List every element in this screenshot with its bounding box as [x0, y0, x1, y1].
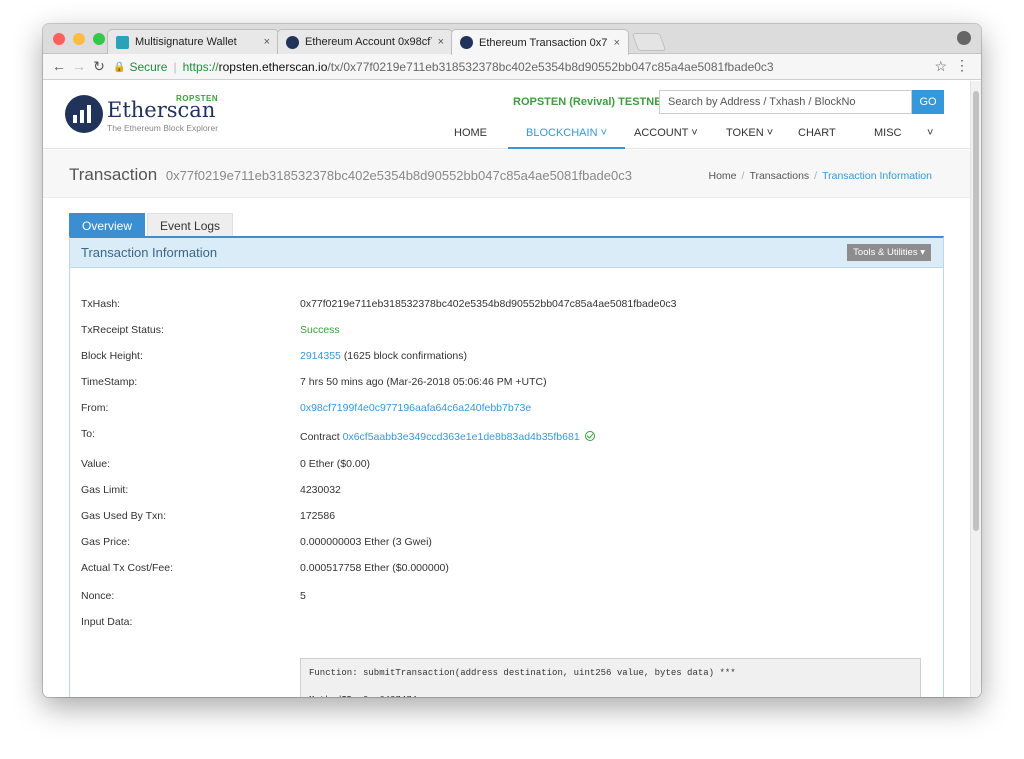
- secure-label: Secure: [129, 60, 168, 74]
- maximize-window-button[interactable]: [93, 33, 105, 45]
- title-band: Transaction 0x77f0219e711eb318532378bc40…: [43, 150, 970, 198]
- url-path: /tx/0x77f0219e711eb318532378bc402e5354b8…: [327, 60, 774, 74]
- nav-more-chevron-icon[interactable]: ˅: [927, 127, 933, 149]
- field-label: TimeStamp:: [81, 376, 138, 388]
- nonce-value: 5: [300, 590, 306, 602]
- page-title-text: Transaction: [69, 165, 158, 184]
- field-label: Nonce:: [81, 590, 115, 602]
- transaction-panel: Transaction Information Tools & Utilitie…: [69, 236, 944, 697]
- browser-toolbar: ← → ↻ 🔒 Secure | https:// ropsten.ethers…: [43, 54, 981, 80]
- field-label: Gas Price:: [81, 536, 131, 548]
- value-value: 0 Ether ($0.00): [300, 458, 371, 470]
- tab-overview[interactable]: Overview: [69, 213, 146, 237]
- nav-home[interactable]: HOME: [454, 127, 487, 149]
- etherscan-favicon-icon: [460, 36, 473, 49]
- url-host: ropsten.etherscan.io: [218, 60, 328, 74]
- browser-menu-icon[interactable]: ⋮: [955, 57, 969, 74]
- panel-header: Transaction Information Tools & Utilitie…: [70, 238, 943, 268]
- txhash-value: 0x77f0219e711eb318532378bc402e5354b8d905…: [300, 298, 677, 310]
- field-label: Gas Used By Txn:: [81, 510, 167, 522]
- nav-account[interactable]: ACCOUNT ˅: [634, 127, 698, 149]
- etherscan-favicon-icon: [286, 35, 299, 49]
- search-input[interactable]: Search by Address / Txhash / BlockNo: [659, 90, 912, 114]
- block-link[interactable]: 2914355: [300, 350, 341, 362]
- tab-strip: Multisignature Wallet × Ethereum Account…: [43, 24, 981, 55]
- tab-title: Ethereum Transaction 0x77f02: [479, 36, 608, 49]
- browser-window: Multisignature Wallet × Ethereum Account…: [43, 24, 981, 697]
- browser-tab-transaction[interactable]: Ethereum Transaction 0x77f02 ×: [451, 29, 629, 55]
- nav-token[interactable]: TOKEN ˅: [726, 127, 773, 149]
- window-controls: [53, 33, 105, 45]
- forward-arrow-icon[interactable]: →: [71, 58, 87, 74]
- gas-limit-value: 4230032: [300, 484, 341, 496]
- address-bar[interactable]: 🔒 Secure | https:// ropsten.etherscan.io…: [113, 57, 933, 77]
- back-arrow-icon[interactable]: ←: [51, 58, 67, 74]
- search-go-button[interactable]: GO: [912, 90, 944, 114]
- breadcrumb-home[interactable]: Home: [709, 170, 737, 182]
- tools-utilities-button[interactable]: Tools & Utilities ▾: [847, 244, 931, 261]
- gas-price-value: 0.000000003 Ether (3 Gwei): [300, 536, 432, 548]
- tab-title: Multisignature Wallet: [135, 36, 237, 48]
- logo-bars-icon: [73, 105, 91, 123]
- nav-blockchain[interactable]: BLOCKCHAIN ˅: [508, 127, 625, 149]
- timestamp-value: 7 hrs 50 mins ago (Mar-26-2018 05:06:46 …: [300, 376, 547, 388]
- profile-icon[interactable]: [957, 31, 971, 45]
- logo-name[interactable]: Etherscan: [107, 98, 215, 122]
- browser-tab-multisig[interactable]: Multisignature Wallet ×: [107, 29, 279, 54]
- close-window-button[interactable]: [53, 33, 65, 45]
- field-label: Block Height:: [81, 350, 143, 362]
- gas-used-value: 172586: [300, 510, 336, 522]
- tab-close-icon[interactable]: ×: [264, 36, 270, 48]
- logo-subtitle: The Ethereum Block Explorer: [107, 123, 219, 133]
- verified-check-icon: [584, 431, 595, 441]
- new-tab-button[interactable]: [631, 33, 667, 51]
- address-separator: |: [173, 60, 177, 74]
- breadcrumb-transactions[interactable]: Transactions: [749, 170, 809, 182]
- panel-title: Transaction Information: [81, 245, 218, 260]
- field-label: To:: [81, 428, 96, 440]
- bookmark-star-icon[interactable]: ☆: [934, 58, 947, 75]
- page-viewport: ROPSTEN Etherscan The Ethereum Block Exp…: [43, 81, 981, 697]
- to-address-link[interactable]: 0x6cf5aabb3e349ccd363e1e1de8b83ad4b35fb6…: [343, 431, 580, 443]
- field-label: Actual Tx Cost/Fee:: [81, 562, 174, 574]
- network-label: ROPSTEN (Revival) TESTNET: [513, 96, 669, 108]
- wallet-favicon-icon: [116, 35, 129, 49]
- lock-icon: 🔒: [113, 61, 126, 73]
- status-value: Success: [300, 324, 340, 336]
- field-label: Value:: [81, 458, 110, 470]
- nav-chart[interactable]: CHART: [798, 127, 836, 149]
- breadcrumb: Home / Transactions / Transaction Informatio…: [708, 170, 933, 182]
- nav-misc[interactable]: MISC: [874, 127, 902, 149]
- field-label: TxHash:: [81, 298, 121, 310]
- page-scrollbar[interactable]: [970, 81, 981, 697]
- content-tabs: Overview Event Logs: [69, 213, 235, 237]
- to-contract-label: Contract: [300, 431, 340, 443]
- field-label: TxReceipt Status:: [81, 324, 164, 336]
- tab-title: Ethereum Account 0x98cf719: [305, 36, 432, 48]
- url-scheme: https://: [182, 60, 219, 74]
- tab-close-icon[interactable]: ×: [614, 37, 620, 49]
- breadcrumb-current: Transaction Information: [822, 170, 932, 182]
- page-title: Transaction 0x77f0219e711eb318532378bc40…: [69, 165, 632, 185]
- input-data-box[interactable]: Function: submitTransaction(address dest…: [300, 658, 921, 697]
- field-label: Input Data:: [81, 616, 133, 628]
- block-confirmations: (1625 block confirmations): [343, 350, 467, 362]
- tab-event-logs[interactable]: Event Logs: [147, 213, 234, 237]
- fee-value: 0.000517758 Ether ($0.000000): [300, 562, 449, 574]
- tab-close-icon[interactable]: ×: [438, 36, 444, 48]
- browser-tab-account[interactable]: Ethereum Account 0x98cf719 ×: [277, 29, 453, 54]
- minimize-window-button[interactable]: [73, 33, 85, 45]
- site-header: ROPSTEN Etherscan The Ethereum Block Exp…: [43, 81, 970, 149]
- scrollbar-thumb[interactable]: [973, 91, 979, 531]
- field-label: From:: [81, 402, 109, 414]
- reload-icon[interactable]: ↻: [91, 58, 107, 75]
- from-address-link[interactable]: 0x98cf7199f4e0c977196aafa64c6a240febb7b7…: [300, 402, 531, 414]
- field-label: Gas Limit:: [81, 484, 129, 496]
- page-title-hash: 0x77f0219e711eb318532378bc402e5354b8d905…: [165, 168, 632, 183]
